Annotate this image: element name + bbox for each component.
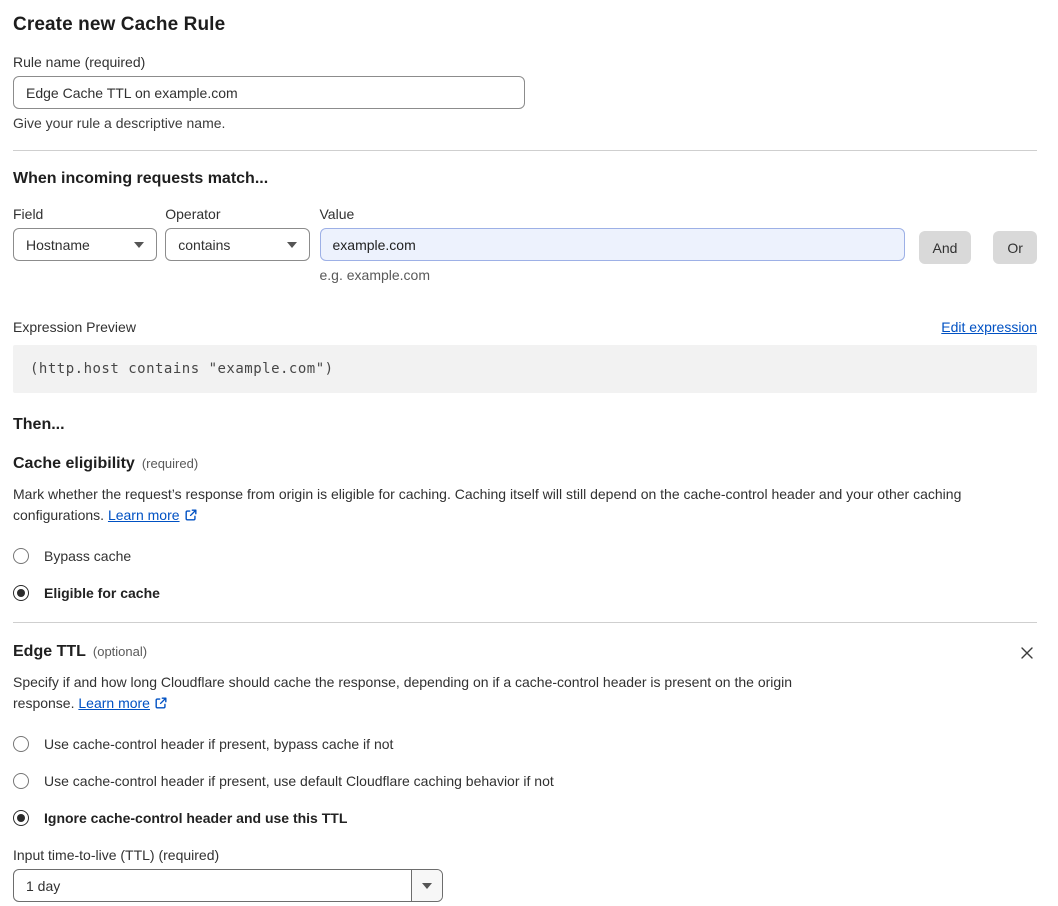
edge-ttl-header: Edge TTL (optional) — [13, 643, 1037, 663]
radio-unselected-icon[interactable] — [13, 548, 29, 564]
rule-name-label: Rule name (required) — [13, 54, 146, 70]
radio-selected-icon[interactable] — [13, 585, 29, 601]
external-link-icon — [184, 507, 198, 528]
cache-eligibility-options: Bypass cache Eligible for cache — [13, 548, 1037, 601]
expression-preview-label: Expression Preview — [13, 319, 136, 335]
cache-eligibility-qualifier: (required) — [141, 456, 199, 471]
cache-eligibility-description: Mark whether the request’s response from… — [13, 484, 1037, 528]
radio-option-use-header-bypass[interactable]: Use cache-control header if present, byp… — [13, 736, 1037, 752]
page-title: Create new Cache Rule — [13, 14, 226, 35]
value-input[interactable] — [319, 228, 905, 261]
or-button[interactable]: Or — [993, 231, 1037, 264]
create-cache-rule-form: Create new Cache Rule Rule name (require… — [13, 0, 1037, 902]
radio-option-use-header-default[interactable]: Use cache-control header if present, use… — [13, 773, 1037, 789]
andor-buttons: And Or — [918, 231, 1037, 264]
value-label: Value — [319, 206, 355, 222]
match-expression-row: Field Hostname Operator contains Value e… — [13, 206, 1037, 283]
ttl-select-button[interactable] — [411, 870, 442, 901]
radio-option-bypass-cache[interactable]: Bypass cache — [13, 548, 1037, 564]
radio-label: Use cache-control header if present, byp… — [44, 736, 394, 752]
expression-preview-header: Expression Preview Edit expression — [13, 319, 1037, 335]
radio-unselected-icon[interactable] — [13, 773, 29, 789]
and-button[interactable]: And — [918, 231, 972, 264]
expression-code: (http.host contains "example.com") — [13, 345, 1037, 393]
ttl-label: Input time-to-live (TTL) (required) — [13, 847, 220, 863]
field-label: Field — [13, 206, 44, 222]
edge-ttl-heading: Edge TTL — [13, 643, 86, 660]
ttl-select[interactable]: 1 day — [13, 869, 443, 902]
rule-name-input[interactable] — [13, 76, 525, 109]
learn-more-label: Learn more — [107, 507, 180, 523]
radio-label: Eligible for cache — [44, 585, 160, 601]
radio-option-eligible-for-cache[interactable]: Eligible for cache — [13, 585, 1037, 601]
chevron-down-icon — [286, 241, 297, 248]
edit-expression-link[interactable]: Edit expression — [941, 319, 1037, 335]
value-helper: e.g. example.com — [319, 267, 431, 283]
radio-unselected-icon[interactable] — [13, 736, 29, 752]
close-icon — [1021, 647, 1033, 659]
close-button[interactable] — [1017, 643, 1037, 663]
divider — [13, 622, 1037, 623]
then-heading: Then... — [13, 416, 65, 433]
operator-label: Operator — [165, 206, 221, 222]
learn-more-link[interactable]: Learn more — [78, 695, 150, 711]
operator-select[interactable]: contains — [165, 228, 310, 261]
field-select-value: Hostname — [26, 236, 90, 253]
radio-label: Ignore cache-control header and use this… — [44, 810, 348, 826]
edge-ttl-description: Specify if and how long Cloudflare shoul… — [13, 672, 848, 716]
radio-selected-icon[interactable] — [13, 810, 29, 826]
rule-name-helper: Give your rule a descriptive name. — [13, 115, 226, 131]
chevron-down-icon — [422, 882, 432, 889]
chevron-down-icon — [134, 241, 145, 248]
ttl-select-value: 1 day — [26, 877, 61, 894]
cache-eligibility-heading: Cache eligibility — [13, 455, 135, 472]
radio-label: Use cache-control header if present, use… — [44, 773, 554, 789]
learn-more-link[interactable]: Learn more — [108, 507, 180, 523]
radio-option-ignore-header-use-ttl[interactable]: Ignore cache-control header and use this… — [13, 810, 1037, 826]
cache-eligibility-header: Cache eligibility (required) — [13, 455, 1037, 473]
learn-more-label: Learn more — [78, 695, 150, 711]
match-section-heading: When incoming requests match... — [13, 170, 269, 187]
radio-label: Bypass cache — [44, 548, 132, 564]
field-select[interactable]: Hostname — [13, 228, 158, 261]
edge-ttl-qualifier: (optional) — [92, 644, 148, 659]
edge-ttl-options: Use cache-control header if present, byp… — [13, 736, 1037, 826]
operator-select-value: contains — [178, 236, 231, 253]
divider — [13, 150, 1037, 151]
external-link-icon — [154, 695, 168, 716]
